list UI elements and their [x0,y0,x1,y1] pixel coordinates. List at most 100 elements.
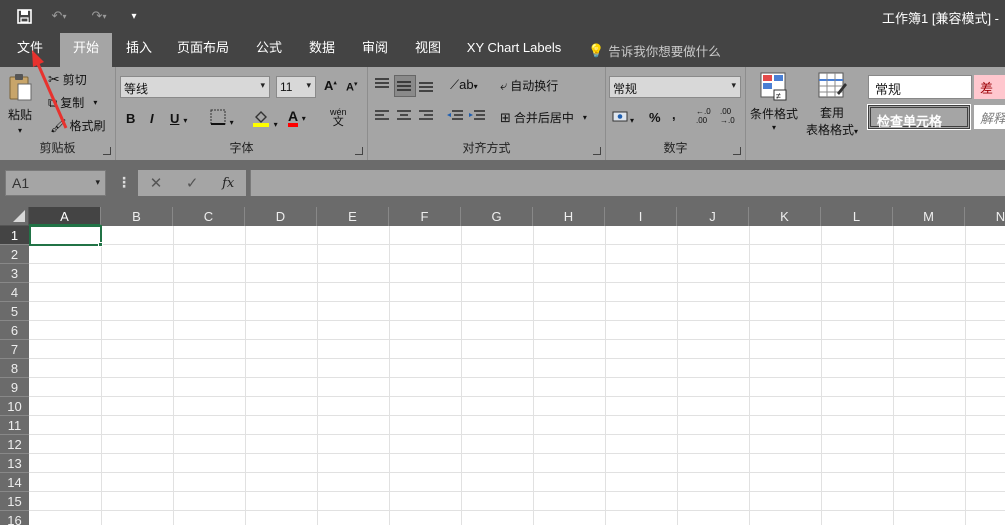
row-header-7[interactable]: 7 [0,340,29,359]
cut-button[interactable]: ✂ 剪切 [48,71,87,88]
formula-input[interactable] [250,170,1005,196]
row-header-14[interactable]: 14 [0,473,29,492]
conditional-formatting-button[interactable]: ≠ 条件格式 ▾ [750,71,798,132]
column-header-b[interactable]: B [101,207,173,226]
column-header-n[interactable]: N [965,207,1005,226]
column-header-g[interactable]: G [461,207,533,226]
more-options-icon[interactable]: ⋮ [117,174,131,191]
accounting-format-icon[interactable]: ▾ [612,109,634,126]
chevron-down-icon: ▾ [95,177,100,187]
row-header-3[interactable]: 3 [0,264,29,283]
row-header-10[interactable]: 10 [0,397,29,416]
tab-review[interactable]: 审阅 [356,33,394,67]
row-header-15[interactable]: 15 [0,492,29,511]
clipboard-launcher-icon[interactable] [103,147,111,155]
column-header-i[interactable]: I [605,207,677,226]
format-painter-button[interactable]: 🖌 格式刷 [50,117,106,134]
row-header-2[interactable]: 2 [0,245,29,264]
column-header-j[interactable]: J [677,207,749,226]
tab-formulas[interactable]: 公式 [250,33,288,67]
tab-insert[interactable]: 插入 [120,33,158,67]
customize-qat-icon[interactable]: ▾ [124,6,144,26]
alignment-launcher-icon[interactable] [593,147,601,155]
column-header-l[interactable]: L [821,207,893,226]
phonetic-guide-icon[interactable]: wén 文 [330,107,347,128]
column-header-c[interactable]: C [173,207,245,226]
row-header-12[interactable]: 12 [0,435,29,454]
font-launcher-icon[interactable] [355,147,363,155]
row-header-16[interactable]: 16 [0,511,29,525]
column-header-e[interactable]: E [317,207,389,226]
row-header-13[interactable]: 13 [0,454,29,473]
cancel-icon[interactable]: ✕ [150,174,163,192]
row-header-4[interactable]: 4 [0,283,29,302]
undo-icon[interactable]: ↶ ▾ [44,6,74,26]
column-header-k[interactable]: K [749,207,821,226]
copy-button[interactable]: ⧉ 复制 ▾ [48,94,97,111]
merge-center-button[interactable]: ⊞ 合并后居中 ▾ [500,109,587,126]
grow-font-icon[interactable]: A▴ [324,78,337,93]
align-right-icon[interactable] [418,109,434,126]
row-header-8[interactable]: 8 [0,359,29,378]
shrink-font-icon[interactable]: A▾ [346,80,357,94]
percent-button[interactable]: % [649,110,661,125]
style-check-cell[interactable]: 检查单元格 [867,104,971,130]
align-top-icon[interactable] [374,77,392,95]
column-header-h[interactable]: H [533,207,605,226]
wrap-text-button[interactable]: ⤶ 自动换行 [500,77,558,94]
number-launcher-icon[interactable] [733,147,741,155]
column-header-a[interactable]: A [29,207,101,226]
save-icon[interactable] [14,6,34,26]
style-explanatory[interactable]: 解释 [974,105,1005,129]
tab-home[interactable]: 开始 [60,33,112,67]
row-header-5[interactable]: 5 [0,302,29,321]
active-cell-a1[interactable] [29,225,102,246]
style-normal[interactable]: 常规 [868,75,972,99]
conditional-formatting-icon: ≠ [759,71,789,104]
increase-decimal-icon[interactable]: ←.0.00 [696,107,711,125]
tab-view[interactable]: 视图 [409,33,447,67]
tab-page-layout[interactable]: 页面布局 [172,33,234,67]
row-header-11[interactable]: 11 [0,416,29,435]
column-header-m[interactable]: M [893,207,965,226]
row-header-6[interactable]: 6 [0,321,29,340]
redo-icon[interactable]: ↷ ▾ [84,6,114,26]
number-format-select[interactable]: 常规 ▾ [609,76,741,98]
row-header-9[interactable]: 9 [0,378,29,397]
style-bad[interactable]: 差 [974,75,1005,99]
format-as-table-button[interactable]: 套用 表格格式▾ [806,71,858,138]
gridline-horizontal [29,301,1005,302]
comma-style-button[interactable]: , [672,107,676,122]
group-clipboard: 粘贴 ▾ ✂ 剪切 ⧉ 复制 ▾ 🖌 格式刷 剪贴板 [0,67,116,160]
font-name-select[interactable]: 等线 ▾ [120,76,270,98]
bold-button[interactable]: B [126,111,135,126]
increase-indent-icon[interactable] [468,109,486,126]
enter-icon[interactable]: ✓ [186,174,199,192]
tab-xy-chart-labels[interactable]: XY Chart Labels [462,33,566,67]
tab-data[interactable]: 数据 [303,33,341,67]
font-color-icon[interactable]: A ▾ [288,109,306,127]
align-middle-icon[interactable] [394,75,416,97]
column-header-d[interactable]: D [245,207,317,226]
tell-me-search[interactable]: 💡 告诉我你想要做什么 [588,41,721,60]
orientation-icon[interactable]: ⟋ab▾ [450,77,478,93]
font-size-select[interactable]: 11 ▾ [276,76,316,98]
decrease-indent-icon[interactable] [446,109,464,126]
decrease-decimal-icon[interactable]: .00 →.0 [720,107,735,125]
fill-handle[interactable] [98,242,103,247]
borders-icon[interactable]: ▾ [210,109,234,128]
worksheet-grid[interactable]: A B C D E F G H I J K L M N 1 2 3 4 5 6 7 8 9 10 11 12 13 14 15 16 [0,207,1005,525]
paste-button[interactable]: 粘贴 ▾ [6,71,34,135]
tab-file[interactable]: 文件 [10,33,50,67]
insert-function-icon[interactable]: fx [222,176,234,191]
underline-button[interactable]: U ▾ [170,111,187,126]
align-center-icon[interactable] [396,109,412,126]
align-left-icon[interactable] [374,109,390,126]
align-bottom-icon[interactable] [418,77,436,95]
name-box[interactable]: A1 ▾ [5,170,106,196]
select-all-button[interactable] [0,207,29,226]
fill-color-icon[interactable]: ▾ [252,109,278,130]
column-header-f[interactable]: F [389,207,461,226]
row-header-1[interactable]: 1 [0,226,29,245]
italic-button[interactable]: I [150,111,154,126]
